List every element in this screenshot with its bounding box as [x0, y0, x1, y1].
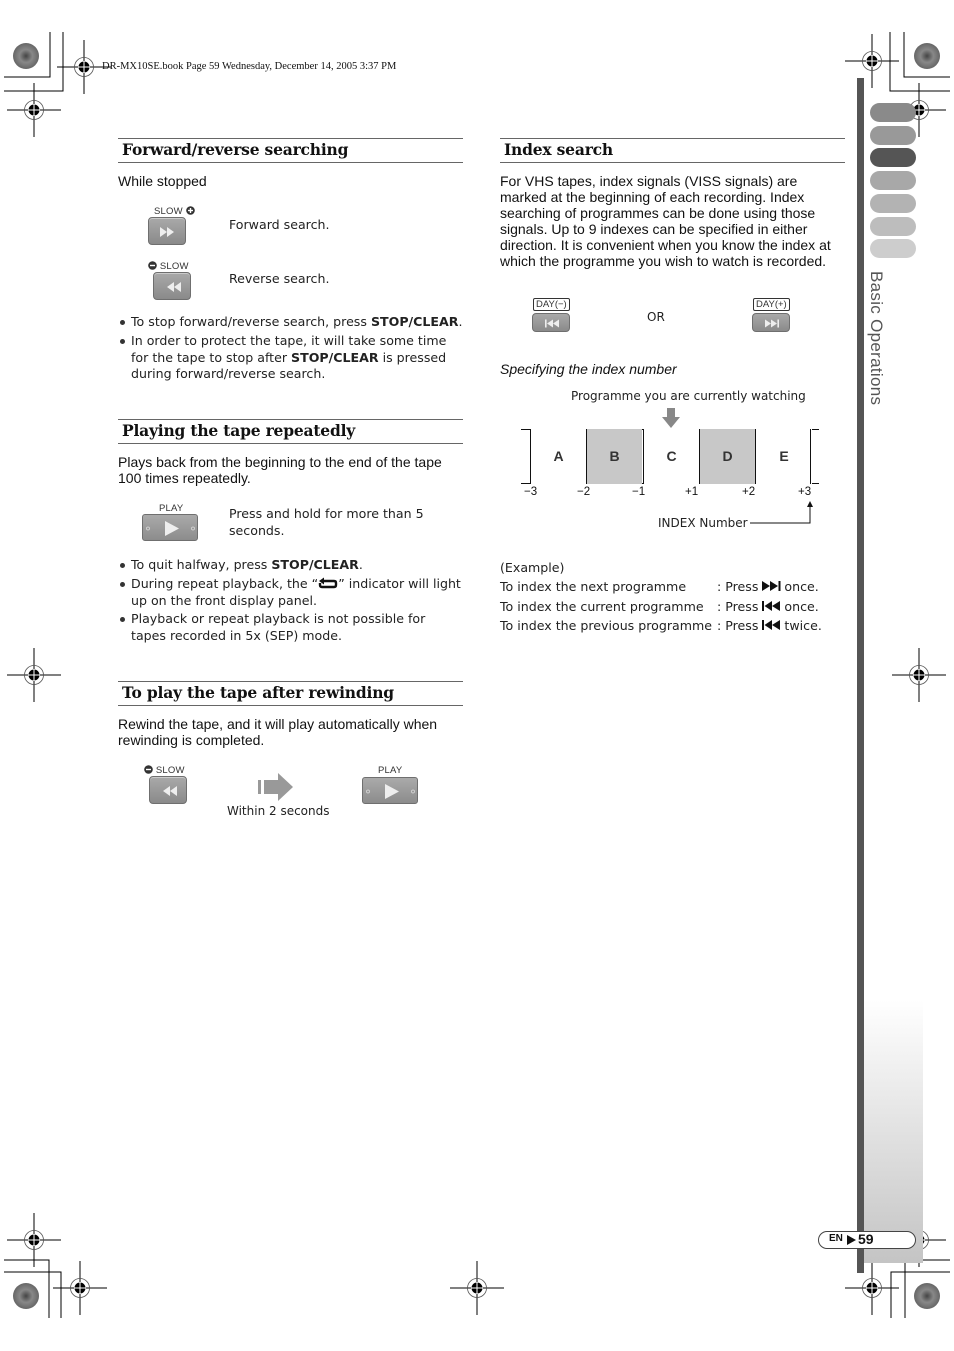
- programme-cell: A: [530, 429, 586, 484]
- programme-cell: D: [699, 429, 755, 484]
- reverse-search-desc: Reverse search.: [229, 271, 330, 286]
- play-icon: [146, 521, 195, 536]
- programme-cell-end: [810, 429, 811, 484]
- repeat-intro: Plays back from the beginning to the end…: [118, 454, 442, 486]
- chapter-tab[interactable]: [870, 194, 916, 213]
- index-number: −1: [632, 486, 646, 498]
- slow-plus-label: SLOW: [154, 206, 195, 217]
- note-item: To stop forward/reverse search, press ST…: [118, 314, 463, 331]
- repeat-notes: To quit halfway, press STOP/CLEAR. Durin…: [118, 557, 463, 647]
- page-number: 59: [858, 1231, 874, 1247]
- note-item: Playback or repeat playback is not possi…: [118, 611, 463, 645]
- example-task: To index the current programme: [500, 598, 704, 614]
- file-info-header: DR-MX10SE.book Page 59 Wednesday, Decemb…: [102, 61, 397, 72]
- play-button[interactable]: [362, 777, 418, 804]
- registration-dial: [914, 43, 940, 69]
- skip-forward-icon: [762, 579, 784, 594]
- index-number: −2: [577, 486, 591, 498]
- repeat-indicator-icon: [318, 577, 338, 588]
- note-item: During repeat playback, the “” indicator…: [118, 576, 463, 610]
- index-back-button[interactable]: [532, 313, 570, 332]
- section-heading-forward-reverse: Forward/reverse searching: [118, 138, 463, 163]
- chapter-tab[interactable]: [870, 171, 916, 190]
- forward-search-button[interactable]: [148, 217, 186, 245]
- minus-circle-icon: [144, 765, 153, 774]
- play-label: PLAY: [378, 765, 403, 776]
- day-plus-label: DAY(+): [753, 298, 790, 311]
- section-heading-repeat: Playing the tape repeatedly: [118, 419, 463, 444]
- programme-cell: C: [643, 429, 699, 484]
- programme-label: C: [666, 448, 677, 464]
- skip-back-icon: [762, 618, 784, 633]
- arrow-right-icon: [847, 1235, 856, 1245]
- chapter-title: Basic Operations: [867, 271, 886, 406]
- rewind-button[interactable]: [149, 776, 187, 804]
- example-action: : Press once.: [717, 579, 819, 594]
- page-number-badge: EN 59: [818, 1231, 916, 1249]
- skip-back-icon: [762, 599, 784, 614]
- example-label: (Example): [500, 560, 565, 575]
- side-gradient-block: [864, 1000, 923, 1263]
- programme-label: A: [553, 448, 564, 464]
- registration-dial: [13, 43, 39, 69]
- section-heading-index-search: Index search: [500, 138, 845, 163]
- fast-forward-icon: [160, 227, 174, 237]
- minus-circle-icon: [148, 261, 157, 270]
- section-heading-after-rewind: To play the tape after rewinding: [118, 681, 463, 706]
- then-arrow-icon: [258, 773, 293, 801]
- example-action: : Press twice.: [717, 618, 822, 633]
- language-code: EN: [829, 1233, 843, 1244]
- programme-label: B: [609, 448, 620, 464]
- within-2-seconds-caption: Within 2 seconds: [227, 804, 330, 818]
- after-rewind-intro: Rewind the tape, and it will play automa…: [118, 716, 438, 748]
- current-programme-arrow-icon: [662, 408, 680, 428]
- example-task: To index the next programme: [500, 579, 687, 594]
- chapter-tab[interactable]: [870, 239, 916, 258]
- programme-label: E: [779, 448, 789, 464]
- note-item: To quit halfway, press STOP/CLEAR.: [118, 557, 463, 574]
- play-button[interactable]: [142, 514, 198, 541]
- programme-cell: E: [755, 429, 812, 484]
- index-search-intro: For VHS tapes, index signals (VISS signa…: [500, 173, 831, 269]
- programme-label: D: [722, 448, 733, 464]
- index-number: +3: [798, 486, 812, 498]
- chapter-tab[interactable]: [870, 103, 916, 122]
- slow-minus-label: SLOW: [148, 261, 189, 272]
- example-task: To index the previous programme: [500, 618, 713, 633]
- reverse-search-button[interactable]: [153, 272, 191, 300]
- registration-dial: [914, 1283, 940, 1309]
- play-icon: [366, 784, 415, 799]
- side-bar: [857, 78, 864, 1273]
- plus-circle-icon: [185, 206, 195, 215]
- index-number: −3: [524, 486, 538, 498]
- index-diagram-subheading: Specifying the index number: [500, 361, 677, 377]
- rewind-icon: [163, 786, 177, 796]
- index-number-pointer: [750, 501, 813, 524]
- skip-back-icon: [545, 319, 559, 328]
- chapter-tab-active[interactable]: [870, 148, 916, 167]
- chapter-tab[interactable]: [870, 126, 916, 145]
- play-label: PLAY: [159, 503, 184, 514]
- current-programme-label: Programme you are currently watching: [571, 389, 806, 403]
- day-minus-label: DAY(−): [533, 298, 570, 311]
- index-number: +1: [685, 486, 699, 498]
- forward-reverse-notes: To stop forward/reverse search, press ST…: [118, 314, 463, 385]
- play-hold-desc: Press and hold for more than 5 seconds.: [229, 506, 424, 538]
- rewind-icon: [167, 282, 181, 292]
- forward-search-desc: Forward search.: [229, 217, 330, 232]
- index-number: +2: [742, 486, 756, 498]
- registration-dial: [13, 1283, 39, 1309]
- chapter-tab[interactable]: [870, 217, 916, 236]
- index-forward-button[interactable]: [752, 313, 790, 332]
- or-label: OR: [647, 310, 665, 324]
- skip-forward-icon: [765, 319, 779, 328]
- forward-reverse-intro: While stopped: [118, 173, 207, 189]
- index-number-caption: INDEX Number: [658, 516, 748, 530]
- note-item: In order to protect the tape, it will ta…: [118, 333, 463, 383]
- programme-cell: B: [586, 429, 642, 484]
- example-action: : Press once.: [717, 598, 819, 614]
- slow-minus-label: SLOW: [144, 765, 185, 776]
